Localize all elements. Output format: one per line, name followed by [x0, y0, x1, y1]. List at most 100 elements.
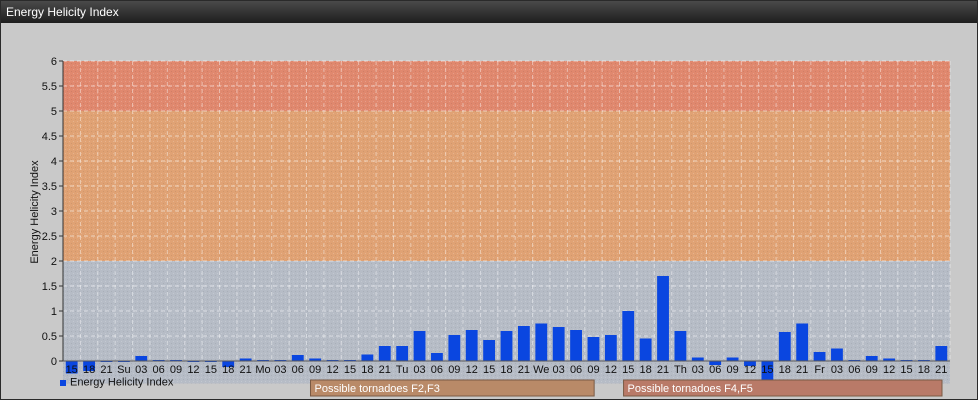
x-tick-label: 03 — [692, 364, 704, 376]
x-tick-label: 06 — [570, 364, 582, 376]
x-tick-label: Fr — [814, 364, 825, 376]
bar — [778, 332, 791, 361]
y-tick-label: 5.5 — [42, 81, 57, 93]
x-tick-label: 12 — [883, 364, 895, 376]
x-tick-label: 03 — [831, 364, 843, 376]
bar — [535, 323, 548, 361]
bar — [378, 346, 391, 361]
x-tick-label: 12 — [605, 364, 617, 376]
x-tick-label: 06 — [153, 364, 165, 376]
y-tick-label: 0.5 — [42, 331, 57, 343]
y-tick-label: 3 — [51, 206, 57, 218]
legend-label: Energy Helicity Index — [70, 377, 174, 389]
x-tick-label: 15 — [205, 364, 217, 376]
x-tick-label: 18 — [500, 364, 512, 376]
x-tick-label: 12 — [326, 364, 338, 376]
bar — [604, 335, 617, 361]
annotation-label: Possible tornadoes F2,F3 — [314, 383, 439, 395]
x-tick-label: 09 — [448, 364, 460, 376]
x-tick-label: Su — [117, 364, 130, 376]
x-tick-label: 15 — [622, 364, 634, 376]
chart-svg: 0 0.5 1 1.5 2 2.5 3 3.5 4 4.5 5 5.5 6 15 18 21 Su 03 06 09… — [29, 56, 951, 397]
bar — [813, 352, 826, 361]
x-tick-label: 06 — [848, 364, 860, 376]
x-tick-label: 03 — [553, 364, 565, 376]
x-tick-label: 12 — [466, 364, 478, 376]
x-tick-label: 21 — [239, 364, 251, 376]
bar — [291, 355, 304, 361]
bar — [796, 323, 809, 361]
x-tick-label: 09 — [587, 364, 599, 376]
x-tick-label: 15 — [66, 364, 78, 376]
bar — [691, 357, 704, 361]
bar — [135, 356, 148, 361]
x-tick-label: 12 — [744, 364, 756, 376]
x-tick-label: 06 — [709, 364, 721, 376]
bar — [483, 340, 496, 361]
x-tick-label: 15 — [761, 364, 773, 376]
x-tick-label: 15 — [900, 364, 912, 376]
bar — [865, 356, 878, 361]
x-tick-labels: 15 18 21 Su 03 06 09 12 15 18 21 Mo 03 06 09 12 15 18 21 Tu… — [66, 364, 948, 376]
x-tick-label: 21 — [518, 364, 530, 376]
bar — [517, 326, 530, 361]
x-tick-label: 18 — [222, 364, 234, 376]
annotations: Possible tornadoes F2,F3 Possible tornado… — [309, 379, 943, 397]
y-tick-label: 1 — [51, 306, 57, 318]
bar — [448, 335, 461, 361]
x-tick-label: 18 — [361, 364, 373, 376]
legend-swatch — [60, 380, 66, 386]
x-tick-label: 21 — [379, 364, 391, 376]
x-tick-label: Th — [674, 364, 687, 376]
x-tick-label: 21 — [100, 364, 112, 376]
x-tick-label: 18 — [83, 364, 95, 376]
chart-widget: Energy Helicity Index 0 0.5 1 1.5 2 2.5 3 3.5 4 4… — [0, 0, 978, 400]
x-tick-label: 21 — [657, 364, 669, 376]
bar — [674, 331, 687, 361]
bar — [465, 330, 478, 361]
x-tick-label: 12 — [187, 364, 199, 376]
x-tick-label: 15 — [344, 364, 356, 376]
bar — [587, 337, 600, 361]
bar — [639, 338, 652, 361]
bar — [500, 331, 513, 361]
x-tick-label: 09 — [726, 364, 738, 376]
y-tick-label: 2.5 — [42, 231, 57, 243]
x-tick-label: We — [533, 364, 549, 376]
x-tick-label: 21 — [935, 364, 947, 376]
bar — [726, 357, 739, 361]
x-tick-label: 21 — [796, 364, 808, 376]
x-tick-label: 06 — [292, 364, 304, 376]
y-tick-label: 4.5 — [42, 131, 57, 143]
bar — [935, 346, 948, 361]
y-tick-label: 3.5 — [42, 181, 57, 193]
y-tick-label: 6 — [51, 56, 57, 68]
bar — [396, 346, 409, 361]
x-tick-label: 18 — [779, 364, 791, 376]
bar — [431, 353, 443, 361]
x-tick-label: Mo — [255, 364, 270, 376]
x-tick-label: 15 — [483, 364, 495, 376]
x-tick-label: Tu — [396, 364, 408, 376]
x-tick-label: 03 — [274, 364, 286, 376]
x-tick-label: 18 — [640, 364, 652, 376]
y-tick-label: 5 — [51, 106, 57, 118]
bar — [831, 348, 843, 361]
x-tick-label: 09 — [309, 364, 321, 376]
bar — [622, 311, 635, 361]
x-tick-label: 09 — [170, 364, 182, 376]
x-tick-label: 03 — [135, 364, 147, 376]
bar — [361, 354, 374, 361]
x-tick-label: 06 — [431, 364, 443, 376]
bar — [413, 331, 426, 361]
y-axis-label: Energy Helicity Index — [29, 160, 41, 264]
x-tick-label: 03 — [413, 364, 425, 376]
annotation-label: Possible tornadoes F4,F5 — [628, 383, 753, 395]
y-tick-label: 0 — [51, 356, 57, 368]
x-tick-label: 09 — [866, 364, 878, 376]
bar — [570, 330, 582, 361]
legend: Energy Helicity Index — [60, 377, 174, 389]
bar — [552, 327, 565, 361]
y-tick-label: 2 — [51, 256, 57, 268]
y-tick-labels: 0 0.5 1 1.5 2 2.5 3 3.5 4 4.5 5 5.5 6 — [42, 56, 57, 368]
